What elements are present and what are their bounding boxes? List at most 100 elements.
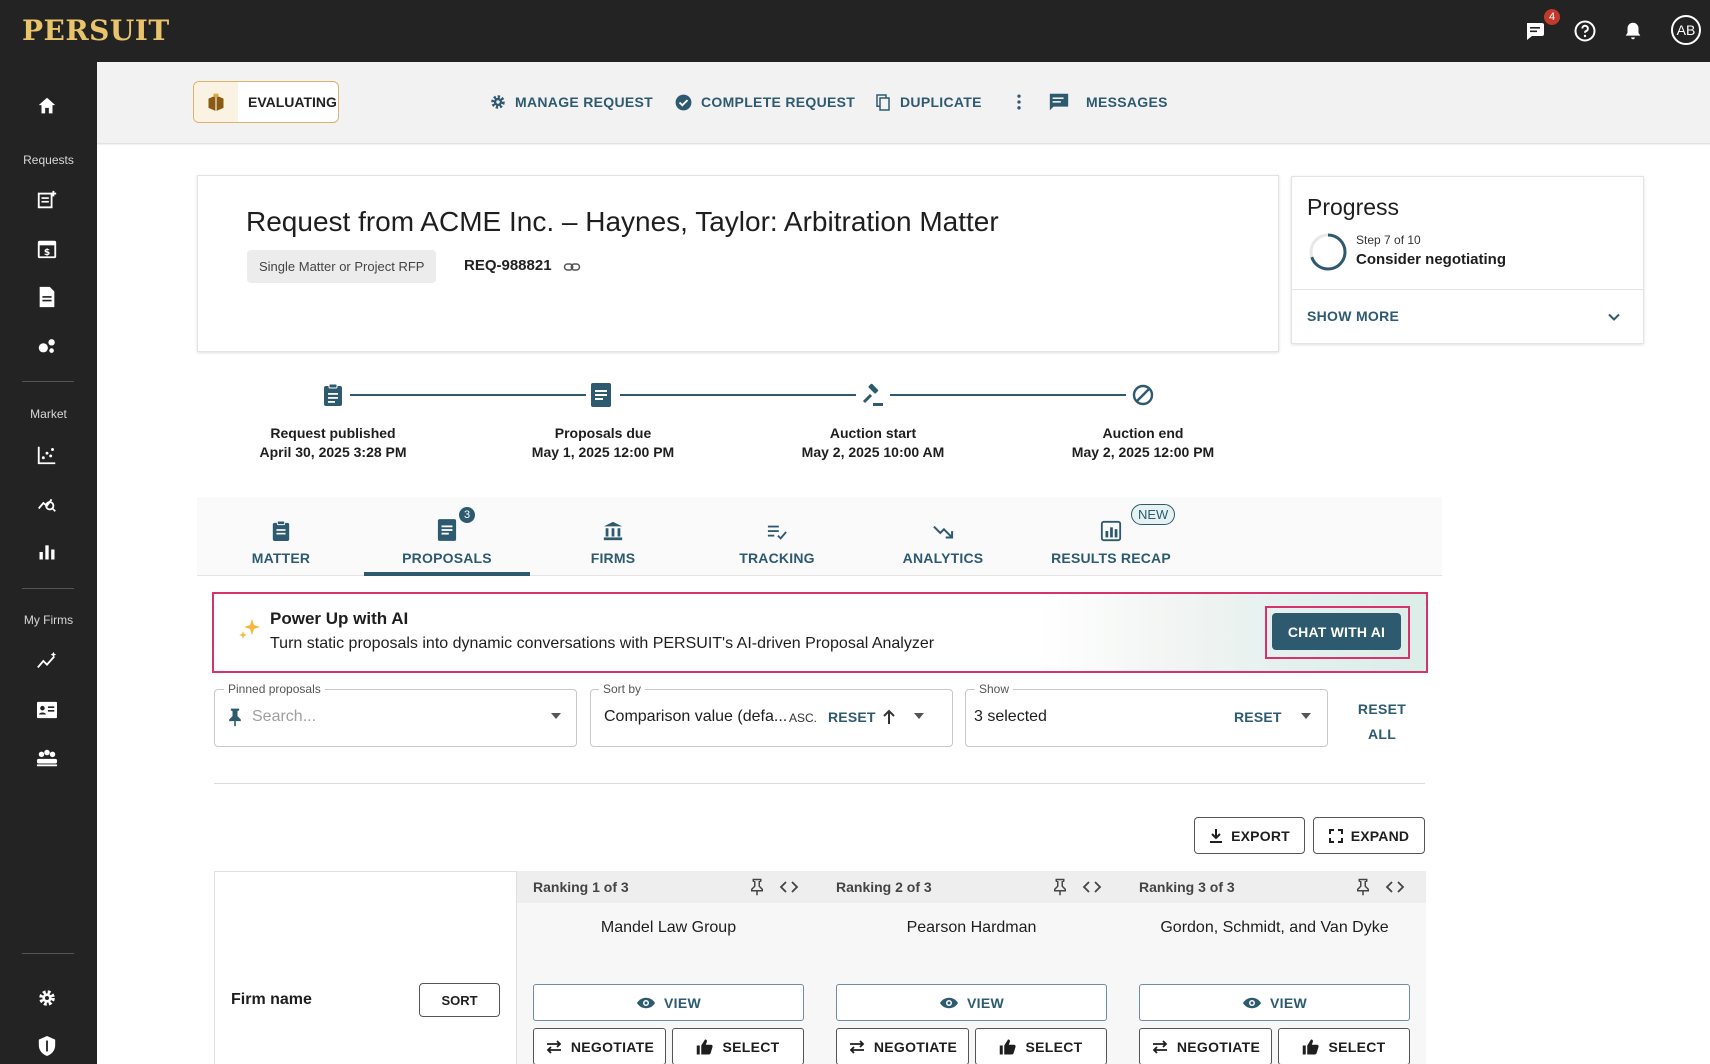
- show-reset-button[interactable]: RESET: [1234, 709, 1282, 725]
- expand-button[interactable]: EXPAND: [1313, 817, 1425, 854]
- tab-label: RESULTS RECAP: [1051, 550, 1171, 566]
- select-button[interactable]: SELECT: [975, 1028, 1107, 1064]
- view-label: VIEW: [967, 994, 1004, 1011]
- duplicate-label: DUPLICATE: [900, 94, 982, 110]
- bar-chart-icon[interactable]: [32, 537, 62, 567]
- calendar-dollar-icon[interactable]: $: [32, 234, 62, 264]
- view-button[interactable]: VIEW: [836, 984, 1107, 1021]
- groups-icon[interactable]: [32, 743, 62, 773]
- tab-matter[interactable]: MATTER: [198, 497, 364, 576]
- select-button[interactable]: SELECT: [1278, 1028, 1410, 1064]
- dropdown-arrow-icon[interactable]: [1298, 710, 1314, 722]
- avatar[interactable]: AB: [1671, 15, 1701, 45]
- timeline-label: Proposals due: [554, 425, 652, 441]
- manage-request-button[interactable]: MANAGE REQUEST: [489, 90, 653, 114]
- shield-icon[interactable]: [32, 1031, 62, 1061]
- messages-button[interactable]: MESSAGES: [1048, 90, 1168, 114]
- show-label: Show: [975, 682, 1014, 696]
- timeline-date: April 30, 2025 3:28 PM: [259, 444, 407, 460]
- swap-icon: [546, 1039, 562, 1054]
- negotiate-button[interactable]: NEGOTIATE: [1139, 1028, 1272, 1064]
- tab-proposals[interactable]: 3 PROPOSALS: [364, 497, 530, 576]
- svg-text:$: $: [44, 247, 50, 258]
- timeline-step: Auction end May 2, 2025 12:00 PM: [1033, 424, 1253, 462]
- settings-icon[interactable]: [32, 983, 62, 1013]
- bubbles-icon[interactable]: [32, 331, 62, 361]
- reset-all-button[interactable]: RESET ALL: [1352, 697, 1412, 747]
- bell-icon[interactable]: [1618, 16, 1648, 46]
- sparkle-icon: [238, 617, 262, 641]
- sidebar-section-market: Market: [30, 407, 67, 421]
- pin-icon[interactable]: [749, 878, 765, 896]
- chevron-down-icon[interactable]: [1604, 307, 1624, 327]
- column-header: Ranking 3 of 3: [1123, 871, 1426, 903]
- block-icon: [1130, 382, 1156, 408]
- negotiate-label: NEGOTIATE: [873, 1038, 958, 1055]
- help-icon[interactable]: [1570, 16, 1600, 46]
- checklist-icon: [767, 525, 787, 540]
- persuit-logo[interactable]: PERSUIT: [22, 14, 170, 47]
- tab-results-recap[interactable]: NEW RESULTS RECAP: [1028, 497, 1194, 576]
- timeline-connector: [350, 394, 586, 396]
- timeline-connector: [620, 394, 856, 396]
- timeline-step: Request published April 30, 2025 3:28 PM: [223, 424, 443, 462]
- more-options-icon[interactable]: [1012, 90, 1034, 114]
- firm-name: Pearson Hardman: [906, 919, 1037, 936]
- code-arrows-icon[interactable]: [1385, 880, 1405, 894]
- tab-tracking[interactable]: TRACKING: [694, 497, 860, 576]
- ranking-label: Ranking 2 of 3: [836, 879, 932, 895]
- view-button[interactable]: VIEW: [1139, 984, 1410, 1021]
- sort-button[interactable]: SORT: [419, 983, 500, 1017]
- complete-request-button[interactable]: COMPLETE REQUEST: [674, 90, 855, 114]
- dropdown-arrow-icon[interactable]: [548, 710, 564, 722]
- negotiate-label: NEGOTIATE: [1176, 1038, 1261, 1055]
- link-icon[interactable]: [563, 258, 581, 276]
- status-pill[interactable]: EVALUATING: [193, 81, 339, 123]
- sort-reset-button[interactable]: RESET: [828, 709, 876, 725]
- pin-icon: [226, 707, 244, 727]
- proposal-document-icon: [588, 382, 614, 408]
- duplicate-button[interactable]: DUPLICATE: [874, 90, 982, 114]
- document-icon[interactable]: [32, 282, 62, 312]
- progress-title: Progress: [1307, 194, 1400, 220]
- pin-icon[interactable]: [1355, 878, 1371, 896]
- ai-banner: [212, 592, 1428, 673]
- gear-icon: [491, 95, 505, 109]
- negotiate-button[interactable]: NEGOTIATE: [836, 1028, 969, 1064]
- messages-badge: 4: [1543, 8, 1561, 26]
- view-button[interactable]: VIEW: [533, 984, 804, 1021]
- proposal-document-icon: [437, 519, 457, 541]
- pinned-search-placeholder[interactable]: Search...: [252, 708, 316, 726]
- timeline-date: May 1, 2025 12:00 PM: [531, 444, 675, 460]
- scatter-chart-icon[interactable]: [32, 440, 62, 470]
- code-arrows-icon[interactable]: [1082, 880, 1102, 894]
- message-icon: [1049, 93, 1069, 111]
- progress-divider: [1292, 289, 1643, 290]
- chart-icon: [1100, 520, 1122, 542]
- chat-icon[interactable]: 4: [1521, 8, 1561, 46]
- export-button[interactable]: EXPORT: [1194, 817, 1305, 854]
- sparkle-trend-icon[interactable]: [32, 646, 62, 676]
- tab-firms[interactable]: FIRMS: [530, 497, 696, 576]
- pin-icon[interactable]: [1052, 878, 1068, 896]
- gavel-icon: [860, 382, 886, 408]
- tab-analytics[interactable]: ANALYTICS: [860, 497, 1026, 576]
- firm-card-icon[interactable]: [32, 695, 62, 725]
- timeline-label: Auction start: [829, 425, 917, 441]
- clipboard-icon: [272, 520, 290, 541]
- code-arrows-icon[interactable]: [779, 880, 799, 894]
- thumbs-up-icon: [697, 1039, 714, 1054]
- arrow-up-icon[interactable]: [882, 709, 896, 725]
- swap-icon: [1152, 1039, 1168, 1054]
- negotiate-label: NEGOTIATE: [570, 1038, 655, 1055]
- chat-with-ai-button[interactable]: CHAT WITH AI: [1272, 613, 1401, 650]
- dropdown-arrow-icon[interactable]: [911, 710, 927, 722]
- show-more-button[interactable]: SHOW MORE: [1307, 308, 1399, 324]
- new-request-icon[interactable]: [32, 185, 62, 215]
- negotiate-button[interactable]: NEGOTIATE: [533, 1028, 666, 1064]
- tab-label: TRACKING: [739, 550, 815, 566]
- market-search-icon[interactable]: [32, 488, 62, 518]
- select-button[interactable]: SELECT: [672, 1028, 804, 1064]
- sort-by-value: Comparison value (defa...: [604, 708, 788, 725]
- home-icon[interactable]: [32, 91, 62, 121]
